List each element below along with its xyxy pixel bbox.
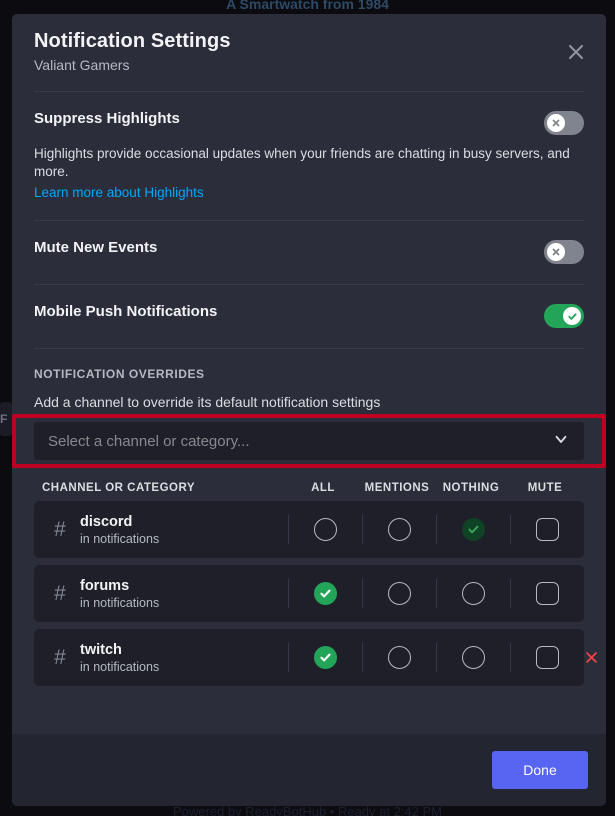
radio-nothing[interactable]: [436, 501, 510, 558]
modal-header: Notification Settings Valiant Gamers: [12, 14, 606, 91]
chevron-down-icon: [552, 430, 570, 453]
radio-mentions[interactable]: [362, 565, 436, 622]
background-left-chip: F: [0, 402, 12, 436]
done-button[interactable]: Done: [492, 751, 588, 789]
setting-mobile-push-notifications: Mobile Push Notifications: [34, 285, 584, 348]
setting-label: Suppress Highlights: [34, 110, 180, 127]
remove-override-icon[interactable]: [578, 645, 604, 671]
channel-sublabel: in notifications: [80, 596, 160, 611]
toggle-suppress-highlights[interactable]: [544, 111, 584, 135]
table-row: # forums in notifications: [34, 565, 584, 623]
setting-label: Mute New Events: [34, 239, 158, 257]
toggle-mobile-push-notifications[interactable]: [544, 304, 584, 329]
section-description: Add a channel to override its default no…: [34, 394, 381, 411]
setting-suppress-highlights: Suppress Highlights Highlights provide o…: [34, 92, 584, 220]
header-mute: MUTE: [527, 482, 563, 495]
header-channel-or-category: CHANNEL OR CATEGORY: [42, 482, 196, 495]
radio-mentions[interactable]: [362, 501, 436, 558]
setting-description: Highlights provide occasional updates wh…: [34, 146, 570, 179]
toggle-knob: [547, 243, 565, 262]
radio-mentions[interactable]: [362, 629, 436, 686]
overrides-table-header: CHANNEL OR CATEGORY ALL MENTIONS NOTHING…: [34, 482, 584, 501]
close-icon[interactable]: [564, 40, 588, 64]
notification-settings-modal: Notification Settings Valiant Gamers Sup…: [12, 14, 606, 806]
radio-all[interactable]: [288, 565, 362, 622]
radio-nothing[interactable]: [436, 629, 510, 686]
setting-mute-new-events: Mute New Events: [34, 221, 584, 284]
server-name: Valiant Gamers: [34, 57, 130, 73]
row-channel: # twitch in notifications: [34, 641, 288, 674]
radio-nothing[interactable]: [436, 565, 510, 622]
row-channel: # forums in notifications: [34, 577, 288, 610]
page-title: Notification Settings: [34, 30, 231, 52]
setting-label: Mobile Push Notifications: [34, 303, 218, 321]
table-row: # twitch in notifications: [34, 629, 597, 687]
modal-body: Suppress Highlights Highlights provide o…: [12, 91, 606, 734]
learn-more-link[interactable]: Learn more about Highlights: [34, 185, 204, 200]
checkbox-mute[interactable]: [510, 501, 584, 558]
channel-select[interactable]: Select a channel or category...: [34, 422, 584, 461]
hash-icon: #: [54, 581, 66, 605]
channel-name: discord: [80, 514, 133, 531]
background-top-text: A Smartwatch from 1984: [226, 0, 389, 12]
radio-all[interactable]: [288, 629, 362, 686]
header-all: ALL: [311, 482, 335, 495]
modal-footer: Done: [12, 734, 606, 806]
checkbox-mute[interactable]: [510, 565, 584, 622]
screen: A Smartwatch from 1984 F Powered by Read…: [0, 0, 615, 816]
toggle-knob: [563, 307, 581, 326]
channel-name: twitch: [80, 642, 122, 659]
toggle-knob: [547, 114, 565, 132]
header-mentions: MENTIONS: [364, 482, 430, 495]
channel-select-wrapper: Select a channel or category...: [12, 414, 606, 469]
notification-overrides-section: NOTIFICATION OVERRIDES Add a channel to …: [12, 349, 606, 687]
section-title: NOTIFICATION OVERRIDES: [34, 367, 205, 382]
toggle-mute-new-events[interactable]: [544, 240, 584, 265]
checkbox-mute[interactable]: [510, 629, 584, 686]
table-row: # discord in notifications: [34, 501, 584, 559]
hash-icon: #: [54, 645, 66, 669]
channel-name: forums: [80, 578, 130, 595]
channel-sublabel: in notifications: [80, 660, 160, 675]
channel-select-placeholder: Select a channel or category...: [48, 432, 250, 450]
header-nothing: NOTHING: [442, 482, 500, 495]
hash-icon: #: [54, 517, 66, 541]
radio-all[interactable]: [288, 501, 362, 558]
row-channel: # discord in notifications: [34, 513, 288, 546]
channel-sublabel: in notifications: [80, 532, 160, 547]
overrides-table-body: # discord in notifications # forums in n…: [34, 501, 597, 687]
